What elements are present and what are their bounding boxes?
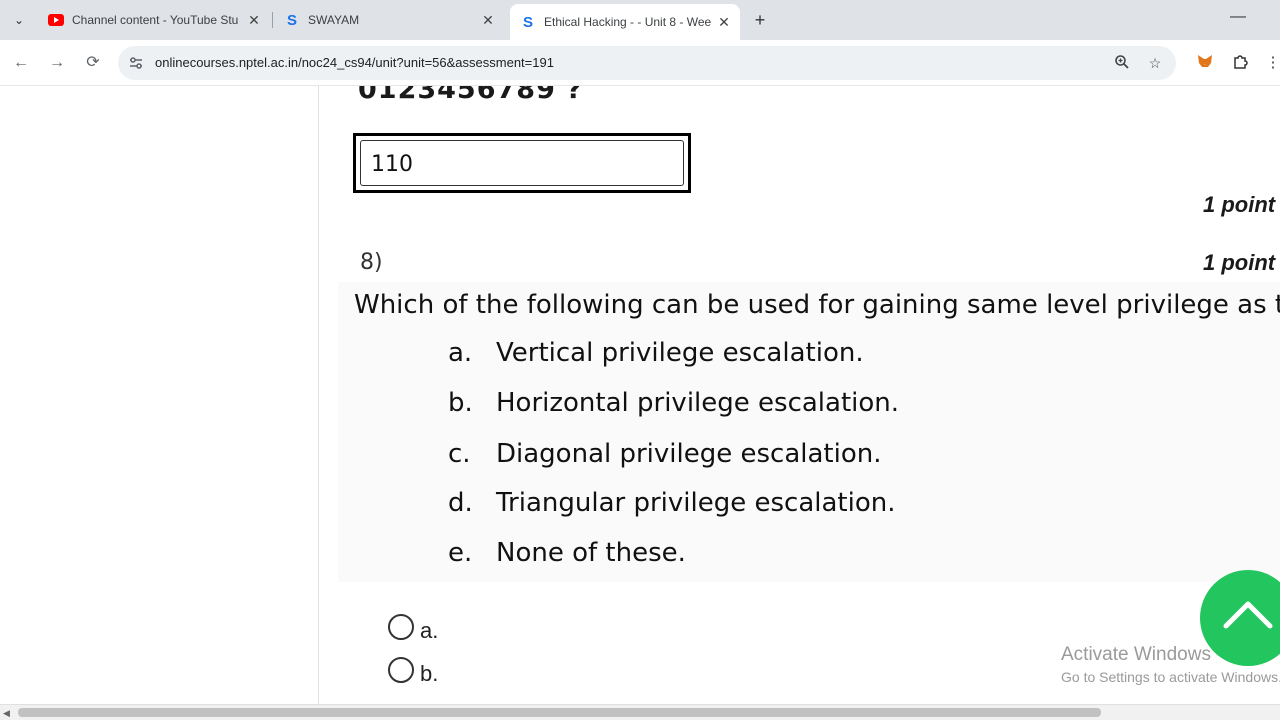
radio-button[interactable] (388, 657, 414, 683)
metamask-fox-icon[interactable] (1194, 52, 1216, 74)
option-a: a. Vertical privilege escalation. (448, 338, 864, 368)
watermark-line2: Go to Settings to activate Windows. (1061, 669, 1280, 685)
option-b: b. Horizontal privilege escalation. (448, 388, 899, 418)
minimize-button[interactable]: — (1228, 8, 1248, 28)
answer-choice-label: b. (420, 661, 439, 686)
new-tab-button[interactable]: + (750, 10, 770, 30)
tab-title: Ethical Hacking - - Unit 8 - Wee (544, 15, 712, 29)
close-icon[interactable]: ✕ (480, 12, 496, 28)
answer-choice-b[interactable]: b. (388, 653, 438, 687)
option-text: Horizontal privilege escalation. (496, 388, 900, 418)
option-d: d. Triangular privilege escalation. (448, 488, 895, 518)
previous-answer-value: 110 (371, 152, 413, 177)
question-box: Which of the following can be used for g… (338, 282, 1280, 582)
watermark-line1: Activate Windows (1061, 644, 1211, 665)
previous-points: 1 point (1203, 192, 1276, 217)
url-text: onlinecourses.nptel.ac.in/noc24_cs94/uni… (155, 55, 554, 70)
close-icon[interactable]: ✕ (246, 12, 262, 28)
swayam-icon: S (522, 13, 533, 31)
option-text: Diagonal privilege escalation. (496, 439, 882, 469)
horizontal-scrollbar[interactable]: ◀ (0, 704, 1280, 720)
option-letter: a. (448, 338, 473, 368)
tab-title: Channel content - YouTube Stu (72, 13, 239, 27)
previous-question-tail: 0123456789 ? (358, 86, 583, 105)
youtube-icon (48, 12, 64, 28)
close-icon[interactable]: ✕ (716, 14, 732, 30)
reload-button[interactable]: ⟳ (82, 52, 104, 74)
answer-choice-a[interactable]: a. (388, 610, 438, 644)
previous-answer-input[interactable]: 110 (360, 140, 684, 186)
option-letter: c. (448, 439, 471, 469)
tab-ethical-hacking[interactable]: S Ethical Hacking - - Unit 8 - Wee ✕ (510, 4, 740, 40)
chevron-up-icon (1223, 601, 1273, 629)
forward-button[interactable]: → (46, 52, 68, 74)
previous-answer-box: 110 (353, 133, 691, 193)
arrow-left-icon: ← (13, 54, 29, 71)
back-button[interactable]: ← (10, 52, 32, 74)
option-e: e. None of these. (448, 538, 686, 568)
question-points: 1 point (1203, 250, 1276, 275)
extensions-puzzle-icon[interactable] (1230, 52, 1252, 74)
option-text: Triangular privilege escalation. (496, 488, 896, 518)
browser-menu-icon[interactable]: ⋮ (1262, 52, 1280, 74)
address-bar[interactable]: onlinecourses.nptel.ac.in/noc24_cs94/uni… (118, 46, 1176, 80)
arrow-right-icon: → (49, 54, 65, 71)
tab-separator (272, 12, 273, 28)
scrollbar-thumb[interactable] (18, 708, 1101, 717)
activate-windows-watermark: Activate Windows Go to Settings to activ… (1061, 644, 1280, 685)
question-number: 8) (360, 250, 383, 275)
sidebar-divider (318, 86, 319, 704)
swayam-icon: S (286, 11, 297, 29)
scroll-left-icon[interactable]: ◀ (3, 708, 10, 719)
option-text: None of these. (496, 538, 686, 568)
option-letter: e. (448, 538, 473, 568)
option-letter: d. (448, 488, 473, 518)
tab-swayam[interactable]: S SWAYAM ✕ (274, 6, 504, 34)
bookmark-star-icon[interactable]: ☆ (1146, 54, 1164, 72)
radio-button[interactable] (388, 614, 414, 640)
page-content: 0123456789 ? 110 1 point 8) 1 point Whic… (0, 86, 1280, 704)
option-c: c. Diagonal privilege escalation. (448, 439, 882, 469)
site-settings-icon[interactable] (128, 55, 144, 71)
tab-title: SWAYAM (308, 13, 360, 27)
option-letter: b. (448, 388, 473, 418)
question-text: Which of the following can be used for g… (354, 290, 1280, 320)
browser-toolbar: ← → ⟳ onlinecourses.nptel.ac.in/noc24_cs… (0, 40, 1280, 86)
zoom-icon[interactable] (1113, 54, 1131, 72)
answer-choice-label: a. (420, 618, 439, 643)
chevron-down-icon: ⌄ (13, 13, 25, 27)
reload-icon: ⟳ (86, 54, 100, 71)
tab-search-button[interactable]: ⌄ (6, 8, 32, 32)
tab-strip: ⌄ Channel content - YouTube Stu ✕ S SWAY… (0, 0, 1280, 40)
option-text: Vertical privilege escalation. (496, 338, 864, 368)
tab-youtube-studio[interactable]: Channel content - YouTube Stu ✕ (38, 6, 270, 34)
